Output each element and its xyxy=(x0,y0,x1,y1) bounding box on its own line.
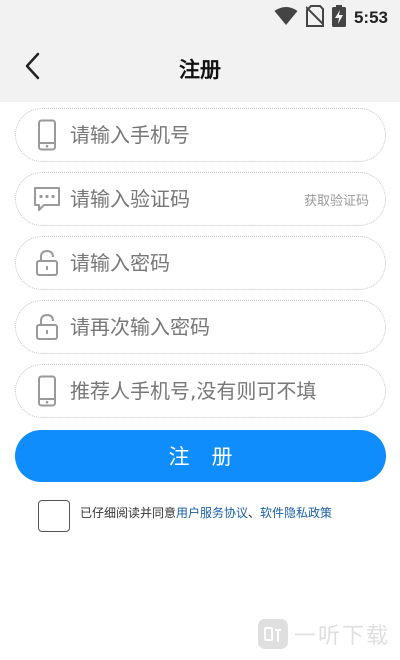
lock-icon xyxy=(32,248,62,278)
agreement-prefix: 已仔细阅读并同意 xyxy=(80,506,177,520)
nav-bar: 注册 xyxy=(0,36,400,102)
agreement-row: 已仔细阅读并同意用户服务协议、软件隐私政策 xyxy=(38,500,332,532)
password-field[interactable] xyxy=(15,236,386,290)
phone-field[interactable] xyxy=(15,108,386,162)
lock-icon xyxy=(32,312,62,342)
password-confirm-input[interactable] xyxy=(70,309,385,345)
phone-icon xyxy=(32,375,62,407)
status-icons: 5:53 xyxy=(274,5,388,31)
phone-icon xyxy=(32,119,62,151)
privacy-policy-link[interactable]: 软件隐私政策 xyxy=(260,506,332,520)
password-confirm-field[interactable] xyxy=(15,300,386,354)
user-agreement-link[interactable]: 用户服务协议 xyxy=(176,506,248,520)
agreement-checkbox[interactable] xyxy=(38,500,70,532)
referrer-field[interactable] xyxy=(15,364,386,418)
clock: 5:53 xyxy=(353,8,388,27)
referrer-input[interactable] xyxy=(70,373,385,409)
status-bar: 5:53 xyxy=(0,0,400,36)
password-input[interactable] xyxy=(70,245,385,281)
watermark: 一听下载 xyxy=(257,618,390,650)
page-title: 注册 xyxy=(179,58,221,82)
watermark-logo-icon xyxy=(257,619,288,649)
no-sim-icon xyxy=(305,5,325,31)
message-icon xyxy=(32,184,62,214)
phone-input[interactable] xyxy=(70,117,385,153)
battery-charging-icon xyxy=(331,5,346,31)
register-button[interactable]: 注册 xyxy=(15,430,386,482)
wifi-icon xyxy=(274,6,298,30)
get-code-button[interactable]: 获取验证码 xyxy=(304,190,369,209)
agreement-separator: 、 xyxy=(248,506,261,520)
watermark-text: 一听下载 xyxy=(293,624,390,649)
code-field[interactable]: 获取验证码 xyxy=(15,172,386,226)
agreement-text: 已仔细阅读并同意用户服务协议、软件隐私政策 xyxy=(80,504,332,521)
code-input[interactable] xyxy=(70,181,304,217)
